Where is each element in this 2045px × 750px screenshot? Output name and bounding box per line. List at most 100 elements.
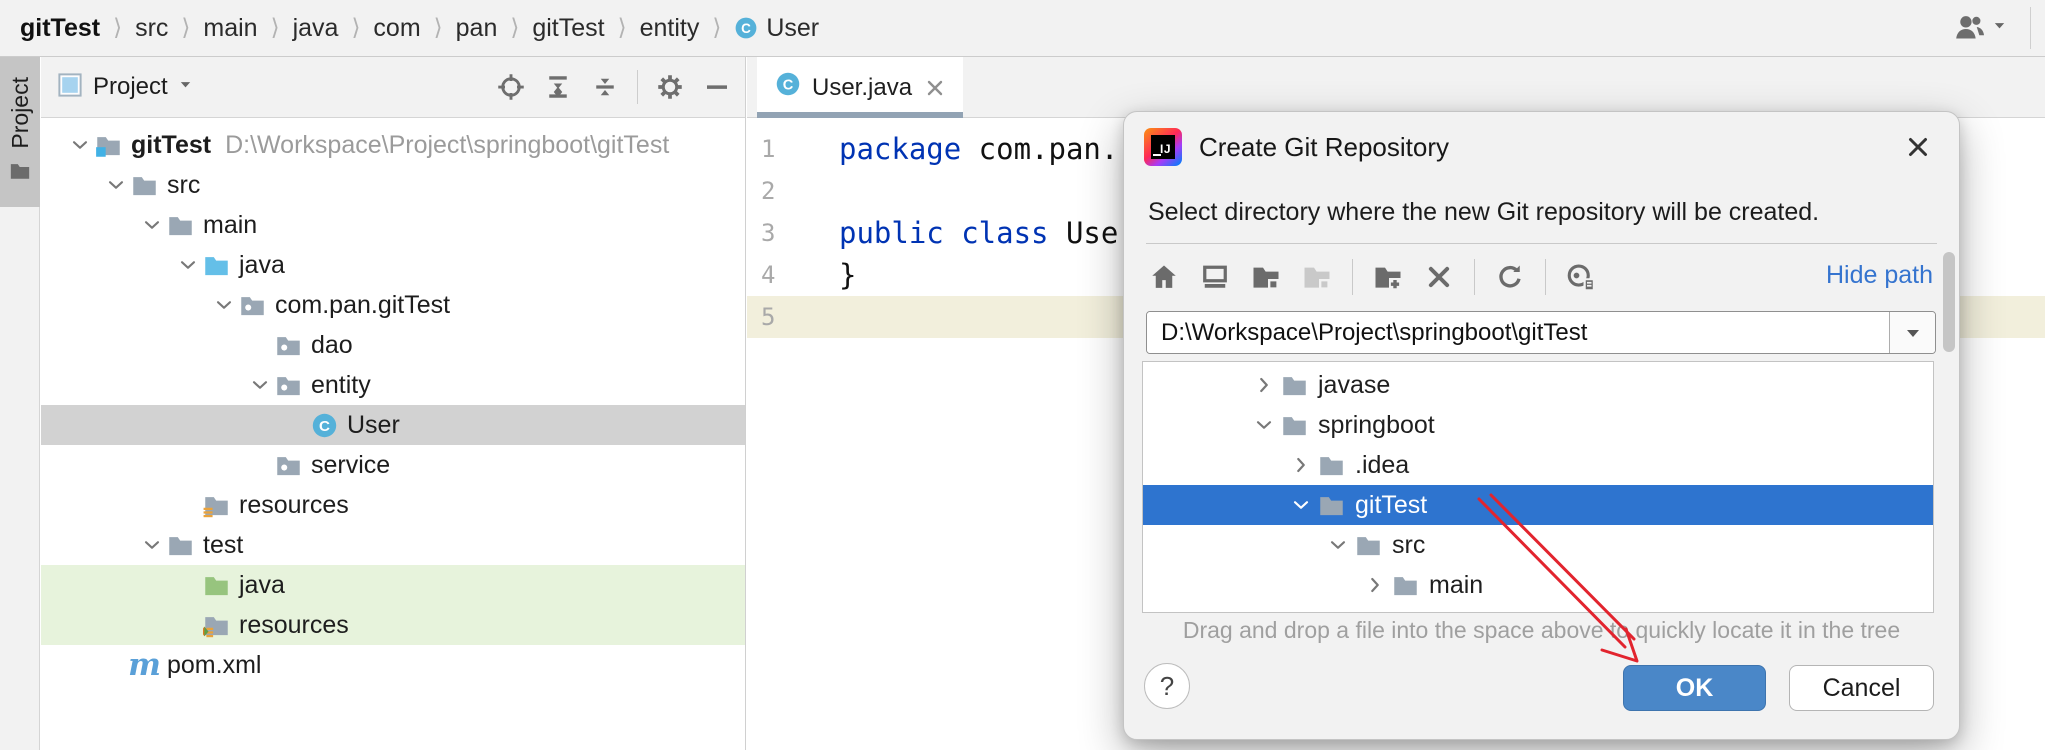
directory-tree-row-springboot[interactable]: springboot	[1143, 405, 1933, 445]
ok-button[interactable]: OK	[1623, 665, 1766, 711]
editor-tab-strip: C User.java	[747, 57, 2045, 118]
directory-tree-row-javase[interactable]: javase	[1143, 365, 1933, 405]
breadcrumb-item-gittest[interactable]: gitTest	[532, 14, 604, 43]
drag-drop-hint: Drag and drop a file into the space abov…	[1124, 617, 1959, 644]
breadcrumb-item-src[interactable]: src	[135, 14, 168, 43]
cancel-button[interactable]: Cancel	[1789, 665, 1934, 711]
project-tree-row-java[interactable]: java	[41, 245, 745, 285]
combo-dropdown-button[interactable]	[1889, 312, 1935, 353]
chevron-down-icon[interactable]	[101, 171, 131, 199]
help-button[interactable]: ?	[1144, 663, 1190, 709]
project-tree-row-service[interactable]: service	[41, 445, 745, 485]
chevron-down-icon[interactable]	[209, 291, 239, 319]
chevron-down-icon[interactable]	[1284, 491, 1318, 519]
chevron-down-icon[interactable]	[1247, 411, 1281, 439]
create-git-repository-dialog: IJ Create Git Repository Select director…	[1123, 111, 1960, 740]
line-number: 5	[747, 296, 830, 338]
project-tree-row-resources[interactable]: resources	[41, 605, 745, 645]
project-view-selector[interactable]: Project	[57, 72, 193, 103]
chevron-right-icon[interactable]	[1358, 611, 1392, 613]
folder-icon	[1392, 612, 1419, 614]
project-tree-row-gittest[interactable]: gitTestD:\Workspace\Project\springboot\g…	[41, 125, 745, 165]
tree-item-label: src	[1392, 531, 1425, 560]
close-icon[interactable]	[923, 76, 947, 100]
dialog-subtitle: Select directory where the new Git repos…	[1148, 198, 1819, 227]
expand-all-icon[interactable]	[542, 71, 574, 103]
breadcrumb-label: com	[373, 14, 420, 43]
project-tree-row-entity[interactable]: entity	[41, 365, 745, 405]
breadcrumb-item-java[interactable]: java	[293, 14, 339, 43]
directory-tree-row-gittest[interactable]: gitTest	[1143, 485, 1933, 525]
chevron-down-icon[interactable]	[1321, 531, 1355, 559]
chevron-down-icon[interactable]	[65, 131, 95, 159]
refresh-icon[interactable]	[1494, 261, 1526, 293]
chevron-right-icon[interactable]	[1247, 371, 1281, 399]
delete-icon[interactable]	[1423, 261, 1455, 293]
svg-text:C: C	[319, 418, 330, 435]
show-hidden-icon[interactable]	[1565, 261, 1597, 293]
toolbar-divider	[1474, 259, 1475, 295]
directory-tree-row-idea[interactable]: .idea	[1143, 445, 1933, 485]
chevron-down-icon[interactable]	[137, 531, 167, 559]
tree-item-label: .idea	[1355, 451, 1409, 480]
locate-icon[interactable]	[495, 71, 527, 103]
folder-test-icon	[203, 572, 230, 599]
project-panel-header: Project	[41, 57, 745, 118]
project-tree-row-pom-xml[interactable]: m pom.xml	[41, 645, 745, 685]
project-stripe-label: Project	[7, 77, 34, 149]
settings-icon[interactable]	[654, 71, 686, 103]
project-tree-row-dao[interactable]: dao	[41, 325, 745, 365]
folder-resources-icon	[203, 492, 230, 519]
user-menu-button[interactable]	[1953, 12, 1985, 44]
project-tree-row-com-pan-gittest[interactable]: com.pan.gitTest	[41, 285, 745, 325]
project-tree-row-java[interactable]: java	[41, 565, 745, 605]
directory-tree-row-src[interactable]: src	[1143, 525, 1933, 565]
breadcrumb-item-gittest[interactable]: gitTest	[20, 14, 100, 43]
tree-item-label: pom.xml	[167, 651, 261, 680]
project-tree-row-main[interactable]: main	[41, 205, 745, 245]
hide-icon[interactable]	[701, 71, 733, 103]
chevron-down-icon[interactable]	[245, 371, 275, 399]
folder-root-icon	[95, 132, 122, 159]
tree-item-label: com.pan.gitTest	[275, 291, 450, 320]
chevron-right-icon[interactable]	[1284, 451, 1318, 479]
directory-tree[interactable]: javasespringboot .idea gitTest src main	[1142, 361, 1934, 613]
project-stripe-button[interactable]: Project	[0, 57, 40, 207]
project-tree-row-src[interactable]: src	[41, 165, 745, 205]
breadcrumb-item-entity[interactable]: entity	[640, 14, 700, 43]
tree-item-label: src	[167, 171, 200, 200]
package-icon	[275, 452, 302, 479]
project-tree[interactable]: gitTestD:\Workspace\Project\springboot\g…	[41, 118, 745, 750]
project-panel-title: Project	[93, 73, 168, 101]
chevron-down-icon	[1992, 18, 2007, 38]
breadcrumb-item-user[interactable]: CUser	[734, 14, 819, 43]
path-input[interactable]	[1147, 312, 1889, 353]
tree-item-label: java	[239, 251, 285, 280]
editor-tab-user-java[interactable]: C User.java	[757, 57, 963, 118]
desktop-icon[interactable]	[1199, 261, 1231, 293]
home-icon[interactable]	[1148, 261, 1180, 293]
chevron-right-icon[interactable]	[1358, 571, 1392, 599]
code-text	[830, 296, 839, 338]
breadcrumb-label: entity	[640, 14, 700, 43]
project-tree-row-user[interactable]: CUser	[41, 405, 745, 445]
project-tree-row-test[interactable]: test	[41, 525, 745, 565]
maven-icon: m	[131, 652, 158, 679]
breadcrumb-item-com[interactable]: com	[373, 14, 420, 43]
hide-path-link[interactable]: Hide path	[1826, 261, 1933, 290]
intellij-logo-icon: IJ	[1144, 128, 1182, 166]
project-tree-row-resources[interactable]: resources	[41, 485, 745, 525]
directory-tree-row-main[interactable]: main	[1143, 565, 1933, 605]
directory-tree-row[interactable]	[1143, 605, 1933, 613]
breadcrumb-item-main[interactable]: main	[203, 14, 257, 43]
breadcrumb-item-pan[interactable]: pan	[456, 14, 498, 43]
collapse-all-icon[interactable]	[589, 71, 621, 103]
chevron-down-icon[interactable]	[137, 211, 167, 239]
project-directory-icon[interactable]	[1250, 261, 1282, 293]
directory-tree-scrollbar[interactable]	[1943, 252, 1955, 352]
package-icon	[275, 332, 302, 359]
close-icon[interactable]	[1901, 130, 1935, 164]
breadcrumb-label: main	[203, 14, 257, 43]
new-folder-icon[interactable]	[1372, 261, 1404, 293]
chevron-down-icon[interactable]	[173, 251, 203, 279]
